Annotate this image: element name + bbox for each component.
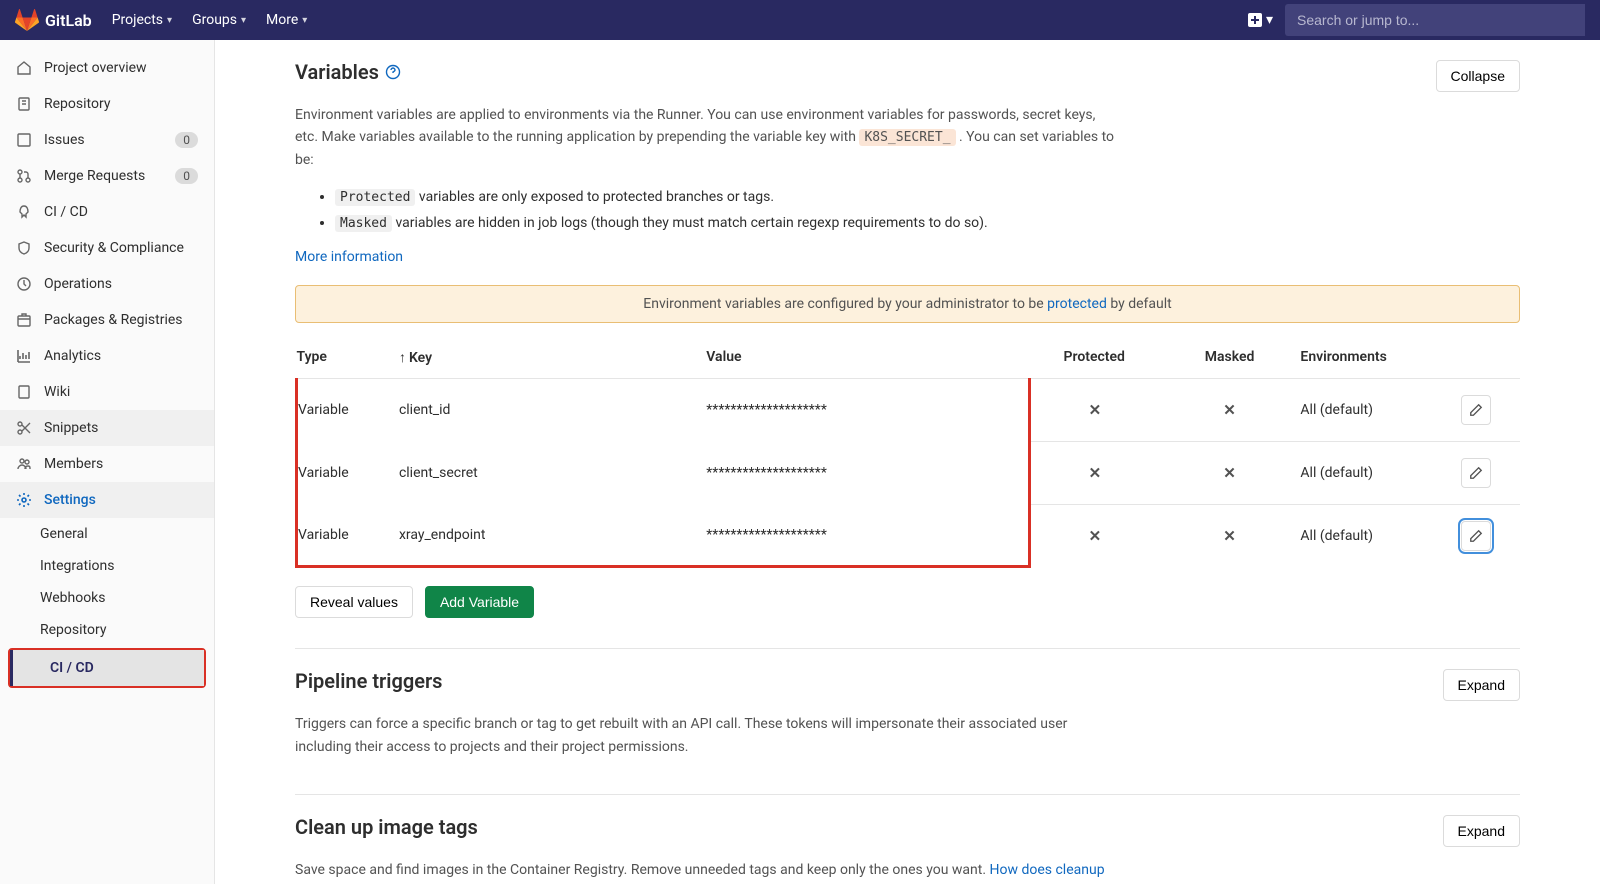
expand-cleanup-button[interactable]: Expand <box>1443 815 1520 847</box>
table-row: Variable client_secret *****************… <box>297 441 1521 504</box>
variables-title: Variables <box>295 60 401 84</box>
sidebar-item-merge-requests[interactable]: Merge Requests0 <box>0 158 214 194</box>
settings-sub-webhooks[interactable]: Webhooks <box>0 582 214 614</box>
operations-icon <box>16 276 32 292</box>
sidebar-item-packages[interactable]: Packages & Registries <box>0 302 214 338</box>
chevron-down-icon: ▾ <box>1266 12 1273 28</box>
triggers-description: Triggers can force a specific branch or … <box>295 713 1115 758</box>
chevron-down-icon: ▾ <box>241 15 246 26</box>
sidebar-item-operations[interactable]: Operations <box>0 266 214 302</box>
admin-banner: Environment variables are configured by … <box>295 285 1520 323</box>
settings-sub-general[interactable]: General <box>0 518 214 550</box>
nav-groups[interactable]: Groups▾ <box>192 12 246 28</box>
section-cleanup: Clean up image tags Expand Save space an… <box>295 794 1520 884</box>
variables-description: Environment variables are applied to env… <box>295 104 1115 172</box>
cleanup-title: Clean up image tags <box>295 815 478 839</box>
section-triggers: Pipeline triggers Expand Triggers can fo… <box>295 648 1520 794</box>
rocket-icon <box>16 204 32 220</box>
pencil-icon <box>1469 466 1483 480</box>
table-row: Variable client_id ******************** … <box>297 378 1521 441</box>
sidebar: Project overview Repository Issues0 Merg… <box>0 40 215 884</box>
section-variables: Variables Collapse Environment variables… <box>295 60 1520 648</box>
sidebar-item-settings[interactable]: Settings <box>0 482 214 518</box>
col-protected: Protected <box>1030 335 1169 379</box>
mr-badge: 0 <box>175 168 198 184</box>
main-content: Variables Collapse Environment variables… <box>215 40 1600 884</box>
package-icon <box>16 312 32 328</box>
chevron-down-icon: ▾ <box>167 15 172 26</box>
nav-more[interactable]: More▾ <box>266 12 307 28</box>
edit-variable-button[interactable] <box>1461 395 1491 425</box>
search-input[interactable] <box>1285 4 1585 36</box>
plus-icon <box>1248 13 1262 27</box>
chevron-down-icon: ▾ <box>302 15 307 26</box>
settings-sub-integrations[interactable]: Integrations <box>0 550 214 582</box>
triggers-title: Pipeline triggers <box>295 669 442 693</box>
settings-sub-repository[interactable]: Repository <box>0 614 214 646</box>
issues-badge: 0 <box>175 132 198 148</box>
x-icon: ✕ <box>1223 527 1236 545</box>
expand-triggers-button[interactable]: Expand <box>1443 669 1520 701</box>
nav-projects[interactable]: Projects▾ <box>112 12 172 28</box>
add-variable-button[interactable]: Add Variable <box>425 586 534 618</box>
col-masked: Masked <box>1169 335 1301 379</box>
chart-icon <box>16 348 32 364</box>
book-icon <box>16 384 32 400</box>
merge-icon <box>16 168 32 184</box>
pencil-icon <box>1469 529 1483 543</box>
collapse-button[interactable]: Collapse <box>1436 60 1520 92</box>
protected-link[interactable]: protected <box>1047 296 1107 312</box>
file-icon <box>16 96 32 112</box>
gitlab-icon <box>15 8 39 32</box>
edit-variable-button[interactable] <box>1461 458 1491 488</box>
sidebar-item-project-overview[interactable]: Project overview <box>0 50 214 86</box>
variables-table: Type ↑Key Value Protected Masked Environ… <box>295 335 1520 569</box>
shield-icon <box>16 240 32 256</box>
pencil-icon <box>1469 403 1483 417</box>
more-information-link[interactable]: More information <box>295 249 403 265</box>
col-key[interactable]: ↑Key <box>399 335 706 379</box>
x-icon: ✕ <box>1223 464 1236 482</box>
members-icon <box>16 456 32 472</box>
highlight-box-cicd: CI / CD <box>8 648 206 688</box>
col-type: Type <box>297 335 399 379</box>
cleanup-description: Save space and find images in the Contai… <box>295 859 1115 884</box>
home-icon <box>16 60 32 76</box>
reveal-values-button[interactable]: Reveal values <box>295 586 413 618</box>
table-row: Variable xray_endpoint *****************… <box>297 504 1521 567</box>
x-icon: ✕ <box>1089 401 1102 419</box>
edit-variable-button[interactable] <box>1461 521 1491 551</box>
sidebar-item-security[interactable]: Security & Compliance <box>0 230 214 266</box>
sidebar-item-wiki[interactable]: Wiki <box>0 374 214 410</box>
sidebar-item-members[interactable]: Members <box>0 446 214 482</box>
sidebar-item-issues[interactable]: Issues0 <box>0 122 214 158</box>
x-icon: ✕ <box>1089 464 1102 482</box>
gitlab-logo[interactable]: GitLab <box>15 8 92 32</box>
x-icon: ✕ <box>1223 401 1236 419</box>
top-header: GitLab Projects▾ Groups▾ More▾ ▾ <box>0 0 1600 40</box>
brand-text: GitLab <box>45 11 92 30</box>
scissors-icon <box>16 420 32 436</box>
variable-actions: Reveal values Add Variable <box>295 586 1520 618</box>
settings-sub-cicd[interactable]: CI / CD <box>10 650 204 686</box>
variables-bullets: Protected variables are only exposed to … <box>335 184 1520 237</box>
help-icon[interactable] <box>385 64 401 80</box>
page-body: Project overview Repository Issues0 Merg… <box>0 40 1600 884</box>
sidebar-item-analytics[interactable]: Analytics <box>0 338 214 374</box>
header-right: ▾ <box>1248 4 1585 36</box>
sort-arrow-icon: ↑ <box>399 350 406 366</box>
col-value: Value <box>706 335 947 379</box>
top-nav: Projects▾ Groups▾ More▾ <box>112 12 308 28</box>
gear-icon <box>16 492 32 508</box>
issues-icon <box>16 132 32 148</box>
create-new-button[interactable]: ▾ <box>1248 12 1273 28</box>
sidebar-item-repository[interactable]: Repository <box>0 86 214 122</box>
sidebar-item-snippets[interactable]: Snippets <box>0 410 214 446</box>
x-icon: ✕ <box>1089 527 1102 545</box>
sidebar-item-cicd[interactable]: CI / CD <box>0 194 214 230</box>
col-environments: Environments <box>1300 335 1461 379</box>
